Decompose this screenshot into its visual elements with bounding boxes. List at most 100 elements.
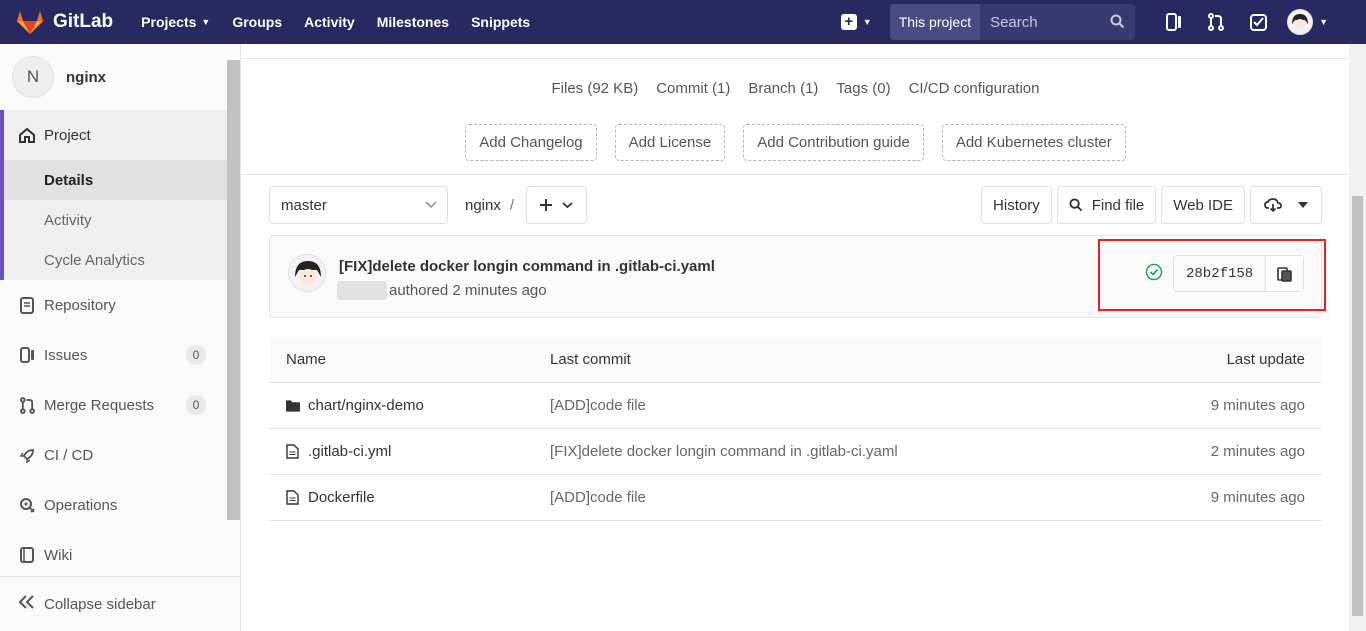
operations-icon xyxy=(18,497,36,513)
file-name-cell: .gitlab-ci.yml xyxy=(269,443,550,460)
plus-icon: + xyxy=(840,14,857,30)
stat-tags[interactable]: Tags (0) xyxy=(836,80,890,97)
merge-requests-nav-button[interactable] xyxy=(1195,0,1237,44)
sidebar-item-repository[interactable]: Repository xyxy=(0,280,240,330)
todo-check-icon xyxy=(1249,13,1267,31)
issues-icon xyxy=(18,347,36,363)
sidebar-item-cycle-analytics[interactable]: Cycle Analytics xyxy=(4,240,240,280)
nav-snippets[interactable]: Snippets xyxy=(471,14,530,30)
column-header-last-commit: Last commit xyxy=(550,351,631,368)
sidebar: N nginx Project Details Activity Cycle A… xyxy=(0,44,241,631)
sidebar-item-merge-requests[interactable]: Merge Requests 0 xyxy=(0,380,240,430)
chevron-down-icon: ▼ xyxy=(1319,17,1328,27)
last-commit-cell[interactable]: [ADD]code file xyxy=(550,489,1102,506)
merge-request-icon xyxy=(18,396,36,414)
file-link[interactable]: chart/nginx-demo xyxy=(308,397,424,414)
brand-link[interactable]: GitLab xyxy=(16,0,113,44)
search-input[interactable] xyxy=(990,13,1111,31)
sidebar-item-activity[interactable]: Activity xyxy=(4,200,240,240)
collapse-sidebar-button[interactable]: Collapse sidebar xyxy=(0,576,240,631)
sidebar-project-header[interactable]: N nginx xyxy=(0,44,240,110)
breadcrumb: nginx / xyxy=(465,186,523,224)
main-content: Files (92 KB) Commit (1) Branch (1) Tags… xyxy=(242,44,1349,631)
file-link[interactable]: .gitlab-ci.yml xyxy=(308,443,391,460)
find-file-label: Find file xyxy=(1091,196,1145,214)
sidebar-item-ci-cd[interactable]: CI / CD xyxy=(0,430,240,480)
find-file-button[interactable]: Find file xyxy=(1056,186,1157,224)
chevron-down-icon: ▼ xyxy=(201,17,211,27)
table-row[interactable]: .gitlab-ci.yml [FIX]delete docker longin… xyxy=(269,429,1322,475)
stat-files[interactable]: Files (92 KB) xyxy=(552,80,639,97)
page-scrollbar[interactable] xyxy=(1349,44,1366,631)
add-contribution-guide-button[interactable]: Add Contribution guide xyxy=(743,124,924,161)
author-name-redacted[interactable] xyxy=(337,281,387,300)
add-to-tree-dropdown[interactable] xyxy=(526,186,587,224)
sidebar-scrollbar[interactable] xyxy=(227,60,240,520)
last-update-cell: 9 minutes ago xyxy=(1210,397,1305,414)
file-link[interactable]: Dockerfile xyxy=(308,489,375,506)
nav-groups[interactable]: Groups xyxy=(232,14,282,30)
add-changelog-button[interactable]: Add Changelog xyxy=(465,124,597,161)
wiki-icon xyxy=(18,547,36,563)
add-kubernetes-cluster-button[interactable]: Add Kubernetes cluster xyxy=(941,124,1126,161)
branch-select-value: master xyxy=(281,196,327,214)
breadcrumb-root[interactable]: nginx xyxy=(465,197,501,214)
web-ide-button[interactable]: Web IDE xyxy=(1161,186,1245,224)
stat-commits[interactable]: Commit (1) xyxy=(656,80,730,97)
sidebar-section-project: Project Details Activity Cycle Analytics xyxy=(0,110,240,280)
top-navbar: GitLab Projects ▼ Groups Activity Milesto… xyxy=(0,0,1366,44)
file-name-cell: Dockerfile xyxy=(269,489,550,506)
repository-icon xyxy=(18,296,36,314)
search-form: This project xyxy=(889,4,1136,40)
stat-branches[interactable]: Branch (1) xyxy=(748,80,818,97)
commit-meta: authored 2 minutes ago xyxy=(337,281,547,300)
issues-count-badge: 0 xyxy=(186,345,206,365)
issues-icon xyxy=(1166,13,1182,31)
table-row[interactable]: chart/nginx-demo [ADD]code file 9 minute… xyxy=(269,383,1322,429)
user-menu-button[interactable]: ▼ xyxy=(1287,9,1328,35)
branch-select[interactable]: master xyxy=(269,186,448,224)
history-button[interactable]: History xyxy=(981,186,1052,224)
collapse-sidebar-label: Collapse sidebar xyxy=(44,595,156,613)
last-commit-cell[interactable]: [FIX]delete docker longin command in .gi… xyxy=(550,443,1102,460)
nav-activity[interactable]: Activity xyxy=(304,14,355,30)
sidebar-item-label: Merge Requests xyxy=(44,396,155,414)
page-scrollbar-thumb[interactable] xyxy=(1352,196,1363,616)
project-stats: Files (92 KB) Commit (1) Branch (1) Tags… xyxy=(242,80,1349,97)
commit-author-avatar[interactable] xyxy=(288,254,326,292)
todos-nav-button[interactable] xyxy=(1237,0,1279,44)
add-license-button[interactable]: Add License xyxy=(614,124,726,161)
sidebar-item-label: Project xyxy=(44,126,91,144)
avatar-image-icon xyxy=(1288,10,1313,34)
stat-ci-cd-configuration[interactable]: CI/CD configuration xyxy=(909,80,1040,97)
project-avatar: N xyxy=(12,56,54,98)
search-scope[interactable]: This project xyxy=(889,4,981,40)
table-row[interactable]: Dockerfile [ADD]code file 9 minutes ago xyxy=(269,475,1322,521)
download-dropdown-button[interactable] xyxy=(1250,186,1322,224)
sidebar-item-wiki[interactable]: Wiki xyxy=(0,530,240,580)
sidebar-item-operations[interactable]: Operations xyxy=(0,480,240,530)
nav-projects[interactable]: Projects ▼ xyxy=(141,14,210,30)
search-icon xyxy=(1110,14,1125,29)
table-header-row: Name Last commit Last update xyxy=(269,337,1322,383)
commit-title[interactable]: [FIX]delete docker longin command in .gi… xyxy=(339,258,715,275)
last-update-cell: 2 minutes ago xyxy=(1210,443,1305,460)
chevron-down-icon xyxy=(425,201,437,209)
chevron-down-icon: ▼ xyxy=(862,17,872,27)
last-commit-cell[interactable]: [ADD]code file xyxy=(550,397,1102,414)
plus-icon xyxy=(540,199,552,211)
issues-nav-button[interactable] xyxy=(1153,0,1195,44)
file-icon xyxy=(286,490,300,505)
project-name: nginx xyxy=(66,68,106,86)
avatar-image-icon xyxy=(289,255,325,291)
sidebar-item-issues[interactable]: Issues 0 xyxy=(0,330,240,380)
new-dropdown-button[interactable]: + ▼ xyxy=(840,14,872,30)
sidebar-item-project[interactable]: Project xyxy=(4,110,240,160)
merge-request-icon xyxy=(1208,13,1225,31)
sidebar-item-details[interactable]: Details xyxy=(4,160,240,200)
nav-milestones[interactable]: Milestones xyxy=(377,14,449,30)
column-header-name: Name xyxy=(286,351,327,368)
add-buttons-row: Add Changelog Add License Add Contributi… xyxy=(242,124,1349,161)
rocket-icon xyxy=(18,448,36,463)
column-header-last-update: Last update xyxy=(1226,351,1305,368)
